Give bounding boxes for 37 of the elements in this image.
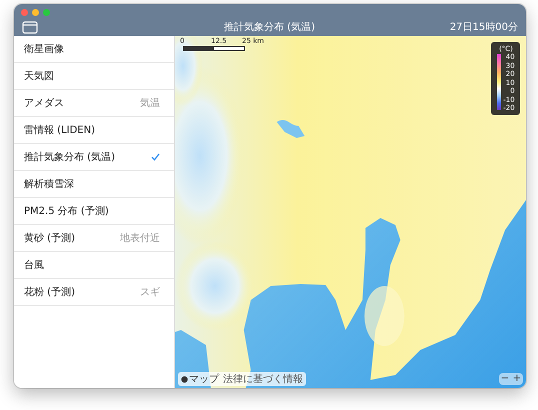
sidebar-item[interactable]: 天気図 bbox=[14, 63, 174, 90]
item-value: 気温 bbox=[140, 97, 160, 110]
logo-icon bbox=[181, 375, 188, 383]
item-label: 推計気象分布 (気温) bbox=[24, 150, 115, 164]
maps-brand: マップ bbox=[189, 372, 219, 386]
forecast-time: 27日15時00分 bbox=[448, 20, 518, 34]
sidebar-item[interactable]: 衛星画像 bbox=[14, 36, 174, 63]
sidebar-item[interactable]: PM2.5 分布 (予測) bbox=[14, 198, 174, 225]
item-label: 台風 bbox=[24, 258, 44, 272]
item-label: 雷情報 (LIDEN) bbox=[24, 124, 96, 137]
item-label: 黄砂 (予測) bbox=[24, 232, 75, 245]
sidebar-item[interactable]: アメダス 気温 bbox=[14, 90, 174, 117]
item-label: 衛星画像 bbox=[24, 43, 64, 56]
sidebar-icon bbox=[22, 20, 38, 34]
item-label: PM2.5 分布 (予測) bbox=[24, 204, 109, 218]
sidebar-item[interactable]: 雷情報 (LIDEN) bbox=[14, 117, 174, 144]
legal-link[interactable]: 法律に基づく情報 bbox=[223, 372, 303, 386]
minimize-button[interactable] bbox=[32, 8, 39, 16]
sidebar-item[interactable]: 花粉 (予測) スギ bbox=[14, 279, 174, 306]
sidebar-toggle-button[interactable] bbox=[21, 20, 39, 34]
item-value: 地表付近 bbox=[120, 232, 160, 245]
sidebar-item[interactable]: 黄砂 (予測) 地表付近 bbox=[14, 225, 174, 252]
item-label: 天気図 bbox=[24, 70, 54, 83]
color-scale-bar bbox=[497, 54, 502, 110]
temperature-map-drawing[interactable] bbox=[175, 36, 526, 388]
item-value: スギ bbox=[140, 286, 160, 299]
item-label: アメダス bbox=[24, 97, 64, 110]
zoom-button[interactable] bbox=[43, 8, 50, 16]
window-title: 推計気象分布 (気温) bbox=[223, 20, 316, 34]
zoom-button[interactable]: − bbox=[499, 373, 511, 385]
zoom-button[interactable]: + bbox=[511, 373, 523, 385]
sidebar-item[interactable]: 解析積雪深 bbox=[14, 171, 174, 198]
item-label: 解析積雪深 bbox=[24, 178, 74, 191]
close-button[interactable] bbox=[21, 8, 28, 16]
item-label: 花粉 (予測) bbox=[24, 286, 75, 299]
sidebar-item[interactable]: 台風 bbox=[14, 252, 174, 279]
sidebar-item[interactable]: 推計気象分布 (気温) bbox=[14, 144, 174, 171]
